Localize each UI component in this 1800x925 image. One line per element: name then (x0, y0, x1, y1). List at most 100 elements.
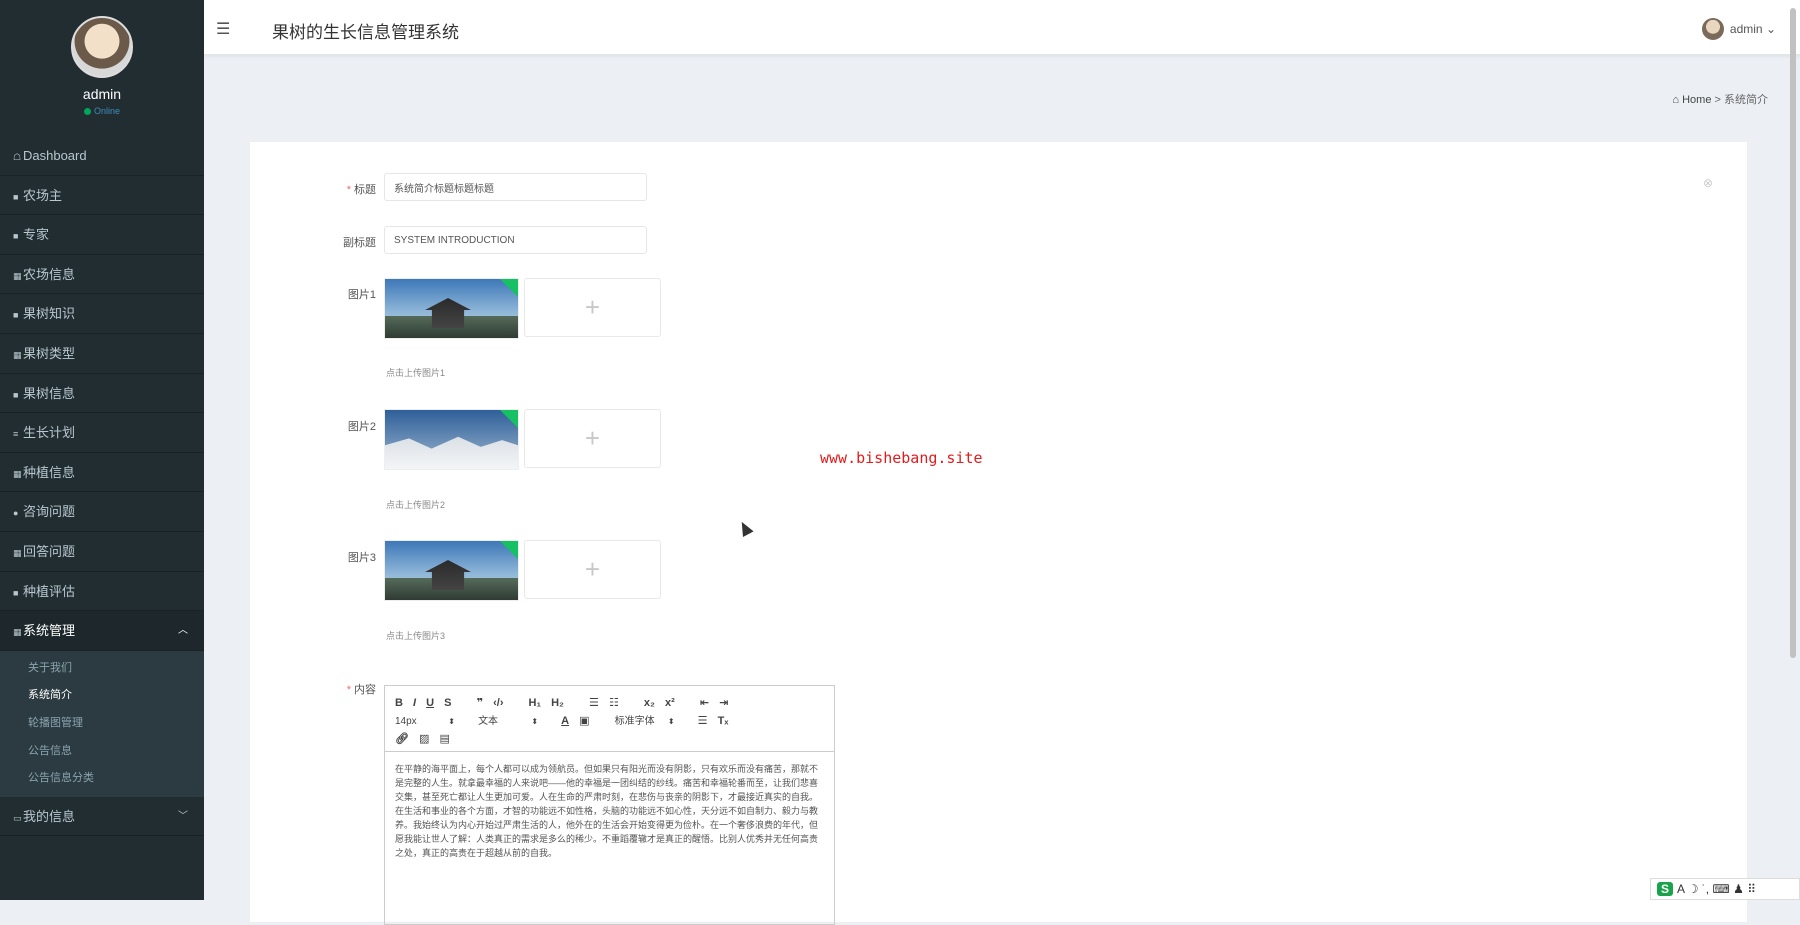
image1-upload-button[interactable]: + (524, 278, 661, 337)
content-label: * 内容 (316, 681, 376, 697)
sidebar-item-label: 果树信息 (23, 385, 76, 401)
success-corner-icon (500, 279, 518, 297)
toolbar-row: B I U S ❞ ‹/› H₁ H₂ ☰ ☷ x₂ x² ⇤ ⇥ (395, 694, 824, 712)
sidebar-item-fruit-type[interactable]: ▦果树类型 (0, 334, 204, 374)
image3-thumbnail[interactable] (384, 540, 519, 601)
sidebar-item-label: 系统管理 (23, 623, 76, 639)
submenu-system-intro[interactable]: 系统简介 (0, 682, 204, 710)
breadcrumb-current: 系统简介 (1724, 94, 1768, 106)
h2-button[interactable]: H₂ (551, 694, 564, 712)
subtitle-input[interactable] (384, 226, 647, 254)
strike-button[interactable]: S (444, 694, 451, 712)
required-mark: * (346, 184, 351, 196)
sidebar-item-label: 果树知识 (23, 306, 76, 322)
sidebar-menu: ☖ Dashboard ■ 农场主 ■ 专家 ▦农场信息 ■ 果树知识 ▦果树类型 ■ 果… (0, 136, 204, 837)
sidebar-item-farm-owner[interactable]: ■ 农场主 (0, 176, 204, 216)
superscript-button[interactable]: x² (665, 694, 675, 712)
sidebar-item-fruit-info[interactable]: ■ 果树信息 (0, 374, 204, 414)
status-text: Online (93, 106, 120, 116)
submenu-carousel[interactable]: 轮播图管理 (0, 710, 204, 738)
image2-thumbnail[interactable] (384, 409, 519, 470)
subtitle-label: 副标题 (343, 237, 376, 249)
header-user-name: admin (1729, 22, 1763, 36)
rich-text-editor[interactable]: B I U S ❞ ‹/› H₁ H₂ ☰ ☷ x₂ x² ⇤ ⇥ 14px ⬍ … (384, 685, 835, 925)
image3-hint: 点击上传图片3 (386, 631, 446, 641)
sidebar-item-planting-evaluation[interactable]: ■ 种植评估 (0, 572, 204, 612)
sidebar-item-planting-info[interactable]: ▦种植信息 (0, 453, 204, 493)
ordered-list-button[interactable]: ☰ (589, 694, 599, 712)
image1-thumbnail[interactable] (384, 278, 519, 339)
user-status: Online (0, 106, 204, 116)
bold-button[interactable]: B (395, 694, 403, 712)
font-color-button[interactable]: A (561, 712, 569, 730)
breadcrumb-separator: > (1714, 94, 1721, 106)
sidebar-item-dashboard[interactable]: ☖ Dashboard (0, 136, 204, 176)
breadcrumb-home-label: Home (1682, 94, 1712, 106)
editor-toolbar: B I U S ❞ ‹/› H₁ H₂ ☰ ☷ x₂ x² ⇤ ⇥ 14px ⬍ … (385, 686, 834, 752)
subscript-button[interactable]: x₂ (644, 694, 655, 712)
title-input[interactable] (384, 173, 647, 201)
user-icon: ■ (13, 191, 19, 202)
grid-icon: ▦ (13, 547, 22, 558)
sidebar-item-expert[interactable]: ■ 专家 (0, 215, 204, 255)
sidebar-item-answer-question[interactable]: ▦回答问题 (0, 532, 204, 572)
clear-format-button[interactable]: Tₓ (718, 712, 729, 730)
underline-button[interactable]: U (426, 694, 434, 712)
indent-button[interactable]: ⇥ (719, 694, 728, 712)
breadcrumb-home[interactable]: ⌂ Home (1672, 94, 1711, 106)
submenu-about-us[interactable]: 关于我们 (0, 655, 204, 683)
list-icon: ≡ (13, 429, 19, 440)
breadcrumb: ⌂ Home > 系统简介 (1672, 91, 1768, 107)
table-icon: ■ (13, 587, 19, 598)
code-button[interactable]: ‹/› (493, 694, 503, 712)
sidebar: admin Online ☖ Dashboard ■ 农场主 ■ 专家 ▦农场信息 ■… (0, 0, 204, 900)
submenu-notice-category[interactable]: 公告信息分类 (0, 765, 204, 793)
sidebar-item-fruit-knowledge[interactable]: ■ 果树知识 (0, 294, 204, 334)
video-icon[interactable]: ▤ (440, 730, 450, 748)
align-button[interactable]: ☰ (698, 712, 708, 730)
chevron-up-icon: ︿ (178, 625, 188, 637)
link-icon[interactable]: 🔗︎ (395, 730, 409, 748)
image3-upload-button[interactable]: + (524, 540, 661, 599)
toolbar-row: 14px ⬍ 文本 ⬍ A ▣ 标准字体 ⬍ ☰ Tₓ (395, 712, 824, 730)
outdent-button[interactable]: ⇤ (700, 694, 709, 712)
submenu-notice[interactable]: 公告信息 (0, 738, 204, 766)
bullet-list-button[interactable]: ☷ (609, 694, 619, 712)
sidebar-item-growth-plan[interactable]: ≡ 生长计划 (0, 413, 204, 453)
sidebar-item-my-info[interactable]: ▭我的信息 ﹀ (0, 797, 204, 837)
sogou-logo-icon: S (1657, 882, 1674, 896)
sidebar-item-label: 果树类型 (23, 345, 76, 361)
page-scrollbar[interactable] (1790, 8, 1796, 658)
content-label-text: 内容 (354, 684, 376, 696)
user-panel: admin Online (0, 0, 204, 140)
font-size-select[interactable]: 14px ⬍ (395, 713, 455, 731)
image-icon[interactable]: ▨ (419, 730, 429, 748)
grid-icon: ▦ (13, 270, 22, 281)
title-label: * 标题 (316, 181, 376, 197)
sidebar-user-name: admin (82, 86, 122, 102)
quote-button[interactable]: ❞ (477, 694, 483, 712)
image3-label: 图片3 (347, 552, 376, 564)
top-header: ☰ 果树的生长信息管理系统 admin ⌄ (204, 0, 1800, 55)
image2-upload-button[interactable]: + (524, 409, 661, 468)
sidebar-item-label: 种植评估 (23, 583, 76, 599)
sidebar-item-label: 种植信息 (23, 464, 76, 480)
sidebar-item-label: Dashboard (23, 148, 87, 163)
close-icon[interactable]: ⊗ (1703, 176, 1713, 190)
h1-button[interactable]: H₁ (529, 694, 542, 712)
sidebar-item-label: 农场主 (23, 187, 63, 203)
background-color-button[interactable]: ▣ (579, 712, 589, 730)
toolbar-row: 🔗︎ ▨ ▤ (395, 730, 824, 748)
watermark: www.bishebang.site (820, 449, 983, 467)
menu-toggle-icon[interactable]: ☰ (216, 19, 230, 39)
sidebar-item-system-management[interactable]: ▦系统管理 ︿ (0, 611, 204, 651)
editor-content[interactable]: 在平静的海平面上，每个人都可以成为领航员。但如果只有阳光而没有阴影，只有欢乐而没… (385, 752, 834, 870)
title-label-text: 标题 (354, 184, 376, 196)
italic-button[interactable]: I (413, 694, 416, 712)
sidebar-item-consult-question[interactable]: ● 咨询问题 (0, 492, 204, 532)
ime-toolbar[interactable]: SA ☽ ˙, ⌨ ♟ ⠿ (1650, 878, 1800, 900)
sidebar-item-farm-info[interactable]: ▦农场信息 (0, 255, 204, 295)
text-type-select[interactable]: 文本 ⬍ (478, 713, 538, 731)
user-menu[interactable]: admin ⌄ (1701, 18, 1776, 40)
font-family-select[interactable]: 标准字体 ⬍ (615, 713, 675, 731)
